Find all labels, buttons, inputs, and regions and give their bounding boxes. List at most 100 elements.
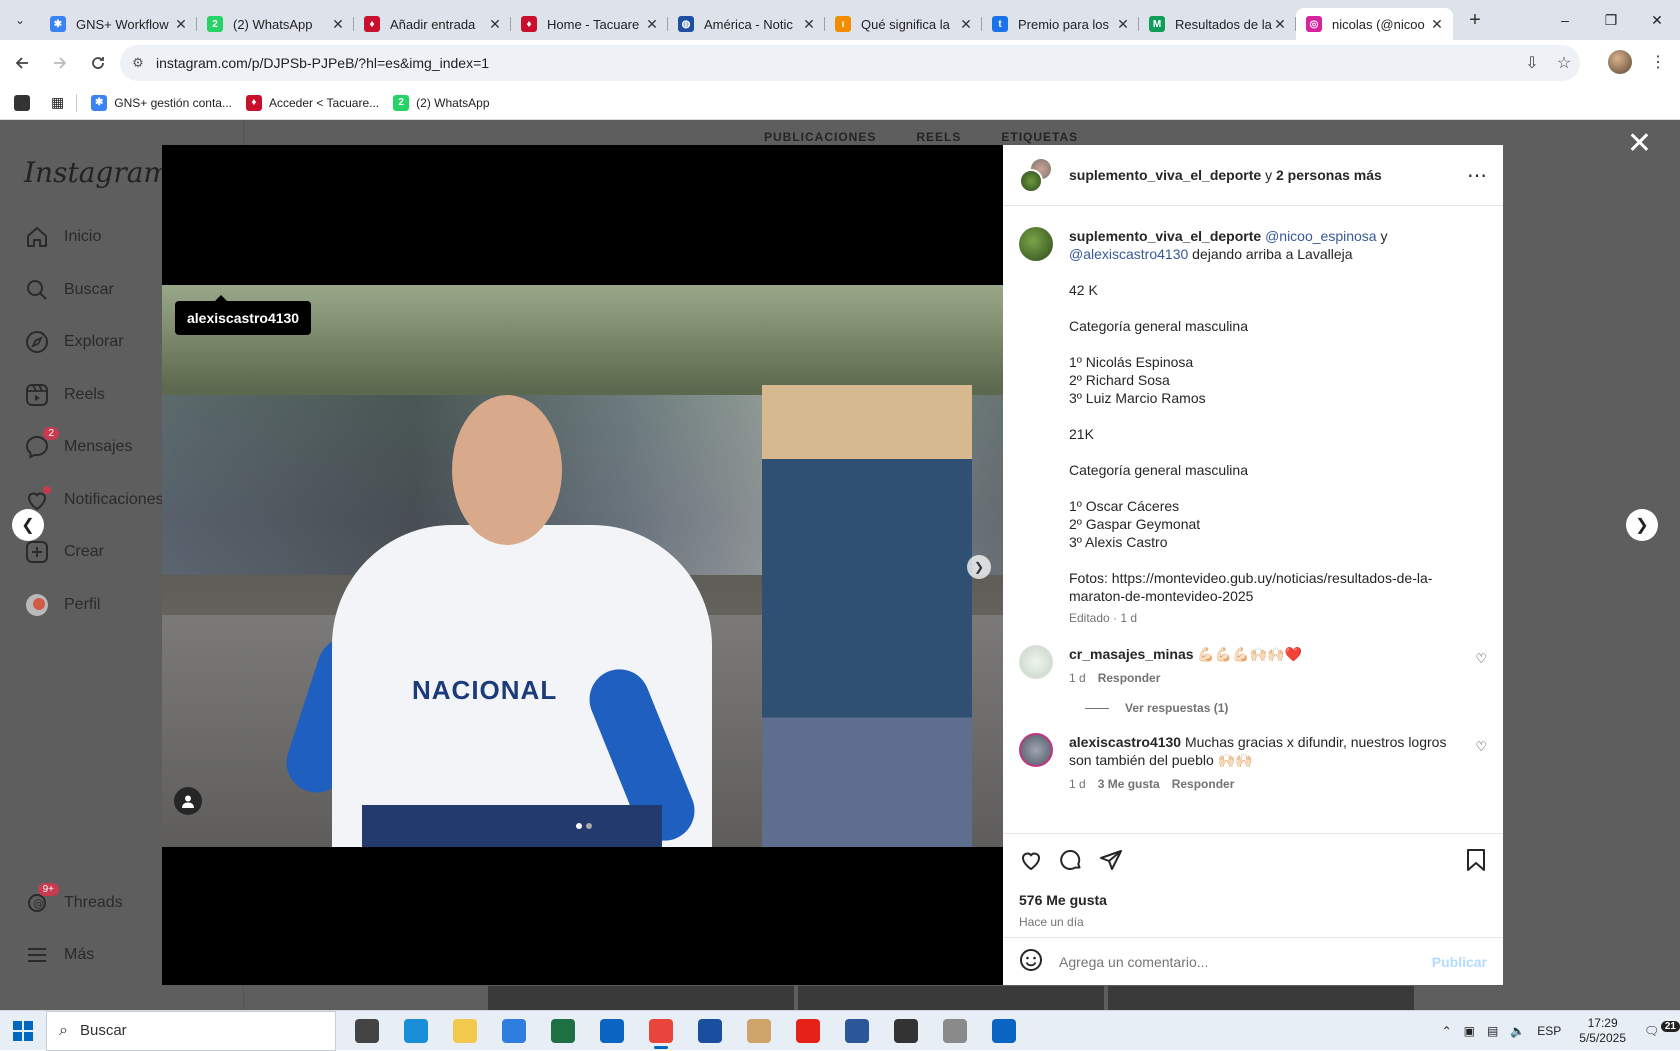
browser-tab[interactable]: ı Qué significa la ✕ — [825, 8, 982, 40]
reply-button[interactable]: Responder — [1172, 777, 1235, 791]
close-tab-icon[interactable]: ✕ — [173, 16, 189, 33]
close-window-button[interactable]: ✕ — [1634, 0, 1680, 40]
taskbar-outlook-icon[interactable] — [587, 1011, 636, 1051]
emoji-icon[interactable] — [1019, 948, 1045, 977]
browser-tab[interactable]: ♦ Home - Tacuare ✕ — [511, 8, 668, 40]
close-tab-icon[interactable]: ✕ — [1272, 16, 1288, 33]
bookmark-item[interactable]: ✱ GNS+ gestión conta... — [91, 94, 232, 111]
taskbar-store-icon[interactable] — [489, 1011, 538, 1051]
sidebar-item-mensajes[interactable]: 2 Mensajes — [24, 427, 132, 460]
browser-tab[interactable]: ✱ GNS+ Workflow ✕ — [40, 8, 197, 40]
tab-search-icon[interactable]: ⌄ — [0, 13, 40, 27]
comment-time[interactable]: 1 d — [1069, 671, 1086, 685]
volume-icon[interactable]: 🔈 — [1510, 1024, 1525, 1038]
back-button[interactable] — [6, 47, 38, 79]
taskbar-chrome-icon[interactable] — [636, 1011, 685, 1051]
mention-link[interactable]: @alexiscastro4130 — [1069, 246, 1188, 262]
browser-tab[interactable]: ◎ nicolas (@nicoo ✕ — [1296, 8, 1453, 40]
grid-thumbnail[interactable] — [798, 986, 1104, 1010]
show-hidden-icons[interactable]: ⌃ — [1442, 1024, 1452, 1038]
bookmark-star-icon[interactable]: ☆ — [1548, 53, 1580, 73]
taskbar-word-icon[interactable] — [832, 1011, 881, 1051]
comment-likes[interactable]: 3 Me gusta — [1098, 777, 1160, 791]
sidebar-item-threads[interactable]: @ 9+ Threads — [24, 883, 123, 916]
notification-center-icon[interactable]: 🗨 21 — [1644, 1021, 1680, 1038]
more-options-icon[interactable]: ⋯ — [1467, 163, 1487, 188]
tab-etiquetas[interactable]: ETIQUETAS — [1001, 130, 1078, 144]
close-tab-icon[interactable]: ✕ — [958, 16, 974, 33]
reply-button[interactable]: Responder — [1098, 671, 1161, 685]
apps-grid-icon[interactable]: ▦ — [51, 94, 64, 111]
taskbar-excel-icon[interactable] — [538, 1011, 587, 1051]
comment-icon[interactable] — [1059, 848, 1083, 872]
sidebar-item-reels[interactable]: Reels — [24, 382, 105, 408]
browser-tab[interactable]: M Resultados de la ✕ — [1139, 8, 1296, 40]
comment-input[interactable] — [1059, 954, 1432, 970]
new-tab-button[interactable]: + — [1459, 9, 1491, 32]
taskbar-file-explorer-icon[interactable] — [440, 1011, 489, 1051]
sidebar-item-crear[interactable]: Crear — [24, 539, 104, 565]
address-bar[interactable]: ⚙ instagram.com/p/DJPSb-PJPeB/?hl=es&img… — [120, 45, 1580, 81]
taskbar-edge-icon[interactable] — [391, 1011, 440, 1051]
close-tab-icon[interactable]: ✕ — [644, 16, 660, 33]
sidebar-item-perfil[interactable]: Perfil — [24, 592, 100, 618]
sidebar-item-notificaciones[interactable]: Notificaciones — [24, 485, 164, 513]
user-tag[interactable]: alexiscastro4130 — [175, 295, 312, 335]
publish-button[interactable]: Publicar — [1432, 954, 1487, 970]
grid-thumbnail[interactable] — [1108, 986, 1414, 1010]
meet-icon[interactable]: ▣ — [1464, 1024, 1475, 1038]
post-time[interactable]: Hace un día — [1019, 915, 1084, 929]
taskbar-youtube-icon[interactable] — [783, 1011, 832, 1051]
bookmark-item[interactable]: ♦ Acceder < Tacuare... — [245, 94, 379, 111]
post-authors[interactable]: suplemento_viva_el_deporte y 2 personas … — [1069, 167, 1467, 183]
bookmark-item[interactable]: 2 (2) WhatsApp — [393, 94, 490, 111]
avatar[interactable] — [1019, 733, 1053, 767]
caption-username[interactable]: suplemento_viva_el_deporte — [1069, 228, 1261, 244]
next-post-button[interactable]: ❯ — [1626, 509, 1658, 541]
taskbar-search[interactable]: ⌕ Buscar — [46, 1010, 336, 1051]
close-tab-icon[interactable]: ✕ — [801, 16, 817, 33]
previous-post-button[interactable]: ❮ — [12, 509, 44, 541]
close-modal-button[interactable]: ✕ — [1627, 126, 1652, 161]
url-text[interactable]: instagram.com/p/DJPSb-PJPeB/?hl=es&img_i… — [156, 55, 1516, 71]
sidebar-toggle-icon[interactable] — [14, 94, 37, 111]
clock[interactable]: 17:29 5/5/2025 — [1579, 1016, 1626, 1046]
close-tab-icon[interactable]: ✕ — [1429, 16, 1445, 33]
page-scrollbar[interactable] — [1666, 120, 1680, 1010]
collaborators-link[interactable]: 2 personas más — [1276, 167, 1382, 183]
taskbar-task-view-icon[interactable] — [342, 1011, 391, 1051]
instagram-logo[interactable]: Instagram — [24, 156, 170, 189]
close-tab-icon[interactable]: ✕ — [487, 16, 503, 33]
like-icon[interactable] — [1019, 848, 1043, 872]
browser-tab[interactable]: t Premio para los ✕ — [982, 8, 1139, 40]
comment-username[interactable]: alexiscastro4130 — [1069, 734, 1181, 750]
browser-menu-icon[interactable]: ⋮ — [1650, 52, 1666, 72]
view-replies-button[interactable]: Ver respuestas (1) — [1085, 701, 1487, 715]
install-app-icon[interactable]: ⇩ — [1516, 53, 1548, 73]
taskbar-app-blue-icon[interactable] — [685, 1011, 734, 1051]
close-tab-icon[interactable]: ✕ — [1115, 16, 1131, 33]
tab-reels[interactable]: REELS — [916, 130, 961, 144]
site-info-icon[interactable]: ⚙ — [120, 55, 156, 71]
reload-button[interactable] — [82, 47, 114, 79]
start-button[interactable] — [0, 1011, 46, 1051]
taskbar-terminal-icon[interactable] — [881, 1011, 930, 1051]
collab-avatars[interactable] — [1019, 157, 1055, 193]
comment-username[interactable]: cr_masajes_minas — [1069, 646, 1194, 662]
browser-profile-avatar[interactable] — [1608, 50, 1632, 74]
like-comment-icon[interactable]: ♡ — [1469, 645, 1487, 667]
sidebar-item-inicio[interactable]: Inicio — [24, 224, 101, 250]
browser-tab[interactable]: 2 (2) WhatsApp ✕ — [197, 8, 354, 40]
restore-button[interactable]: ❐ — [1588, 0, 1634, 40]
language-indicator[interactable]: ESP — [1537, 1024, 1561, 1038]
avatar[interactable] — [1019, 227, 1053, 261]
network-icon[interactable]: ▤ — [1487, 1024, 1498, 1038]
tab-publicaciones[interactable]: PUBLICACIONES — [764, 130, 876, 144]
forward-button[interactable] — [44, 47, 76, 79]
post-photo[interactable]: NACIONAL alexiscastro4130 ❯ — [162, 285, 1003, 847]
comment-time[interactable]: 1 d — [1069, 777, 1086, 791]
sidebar-item-buscar[interactable]: Buscar — [24, 277, 114, 303]
sidebar-item-explorar[interactable]: Explorar — [24, 329, 124, 355]
taskbar-settings-icon[interactable] — [930, 1011, 979, 1051]
like-comment-icon[interactable]: ♡ — [1469, 733, 1487, 755]
